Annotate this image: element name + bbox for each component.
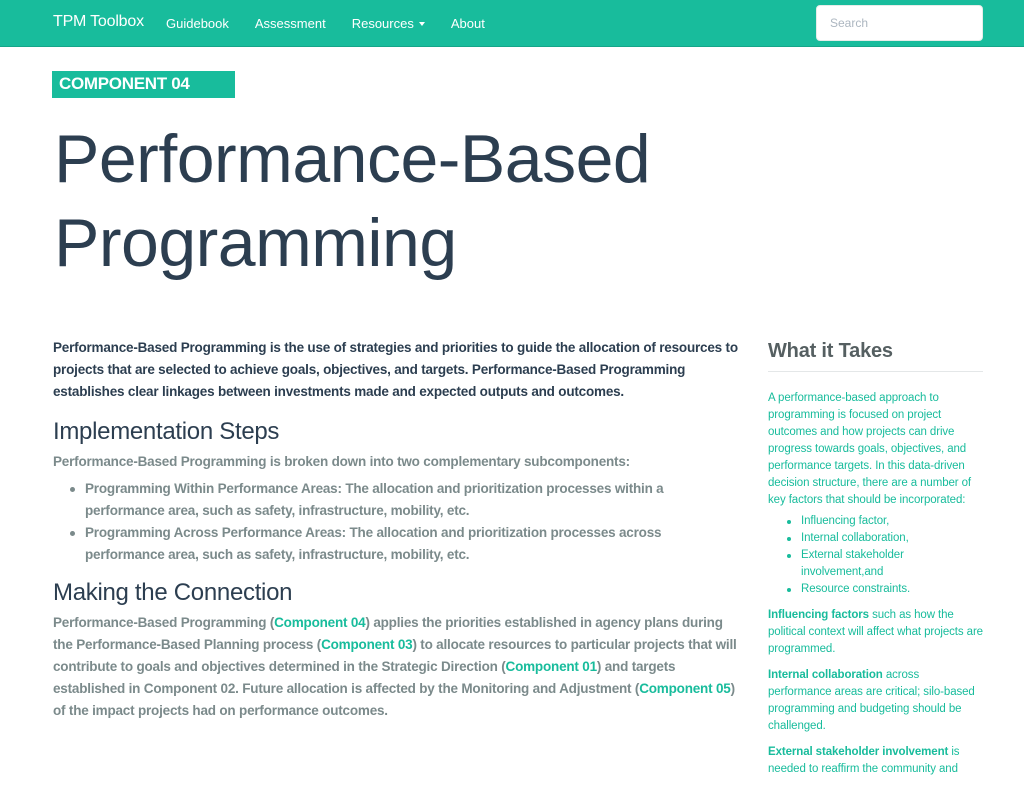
bullet-icon bbox=[70, 487, 75, 492]
main-content: Performance-Based Programming is the use… bbox=[53, 337, 743, 722]
lead-paragraph: Performance-Based Programming is the use… bbox=[53, 340, 738, 399]
list-item: Internal collaboration, bbox=[787, 530, 983, 547]
sidebar-paragraph: External stakeholder involvement is need… bbox=[768, 744, 983, 778]
bullet-icon bbox=[787, 537, 791, 541]
component-04-link[interactable]: Component 04 bbox=[274, 615, 366, 630]
sidebar-paragraph-bold: Internal collaboration bbox=[768, 669, 883, 681]
list-item: Programming Across Performance Areas: Th… bbox=[70, 522, 743, 566]
top-navbar: TPM Toolbox Guidebook Assessment Resourc… bbox=[0, 0, 1024, 47]
list-item: Programming Within Performance Areas: Th… bbox=[70, 478, 743, 522]
sidebar-title: What it Takes bbox=[768, 340, 983, 372]
nav-assessment[interactable]: Assessment bbox=[255, 16, 326, 31]
nav-about[interactable]: About bbox=[451, 16, 485, 31]
nav-guidebook[interactable]: Guidebook bbox=[166, 16, 229, 31]
nav-resources-dropdown[interactable]: Resources bbox=[352, 16, 425, 31]
factor-text: External stakeholder involvement,and bbox=[801, 549, 904, 578]
list-item: Influencing factor, bbox=[787, 513, 983, 530]
sidebar-paragraph-bold: Influencing factors bbox=[768, 609, 869, 621]
factor-text: Internal collaboration, bbox=[801, 532, 909, 544]
factor-text: Resource constraints. bbox=[801, 583, 911, 595]
sidebar-paragraph: Internal collaboration across performanc… bbox=[768, 667, 983, 735]
sidebar-intro: A performance-based approach to programm… bbox=[768, 392, 972, 506]
implementation-list: Programming Within Performance Areas: Th… bbox=[53, 478, 743, 566]
component-01-link[interactable]: Component 01 bbox=[506, 659, 598, 674]
bullet-icon bbox=[787, 588, 791, 592]
caret-down-icon bbox=[418, 21, 425, 26]
factor-text: Influencing factor, bbox=[801, 515, 890, 527]
implementation-intro: Performance-Based Programming is broken … bbox=[53, 454, 630, 469]
page-title: Performance-Based Programming bbox=[54, 121, 651, 281]
connection-heading: Making the Connection bbox=[53, 579, 293, 606]
implementation-heading: Implementation Steps bbox=[53, 418, 280, 445]
connection-paragraph: Performance-Based Programming (Component… bbox=[53, 612, 743, 722]
what-it-takes-sidebar: What it Takes A performance-based approa… bbox=[768, 340, 983, 778]
component-badge: COMPONENT 04 bbox=[52, 71, 235, 98]
component-03-link[interactable]: Component 03 bbox=[321, 637, 413, 652]
bullet-icon bbox=[70, 531, 75, 536]
list-item: External stakeholder involvement,and bbox=[787, 547, 983, 581]
sidebar-paragraph: Influencing factors such as how the poli… bbox=[768, 607, 983, 658]
search-input[interactable] bbox=[816, 5, 983, 41]
list-item: Resource constraints. bbox=[787, 581, 983, 598]
sidebar-paragraph-bold: External stakeholder involvement bbox=[768, 746, 949, 758]
nav-resources-label: Resources bbox=[351, 16, 414, 31]
list-item-text: Programming Within Performance Areas: Th… bbox=[85, 481, 664, 518]
connection-text: Performance-Based Programming ( bbox=[53, 615, 275, 630]
brand-link[interactable]: TPM Toolbox bbox=[53, 13, 144, 31]
list-item-text: Programming Across Performance Areas: Th… bbox=[85, 525, 662, 562]
component-05-link[interactable]: Component 05 bbox=[639, 681, 731, 696]
key-factors-list: Influencing factor, Internal collaborati… bbox=[768, 513, 983, 598]
nav-links: Guidebook Assessment Resources About bbox=[166, 0, 511, 47]
bullet-icon bbox=[787, 520, 791, 524]
bullet-icon bbox=[787, 554, 791, 558]
